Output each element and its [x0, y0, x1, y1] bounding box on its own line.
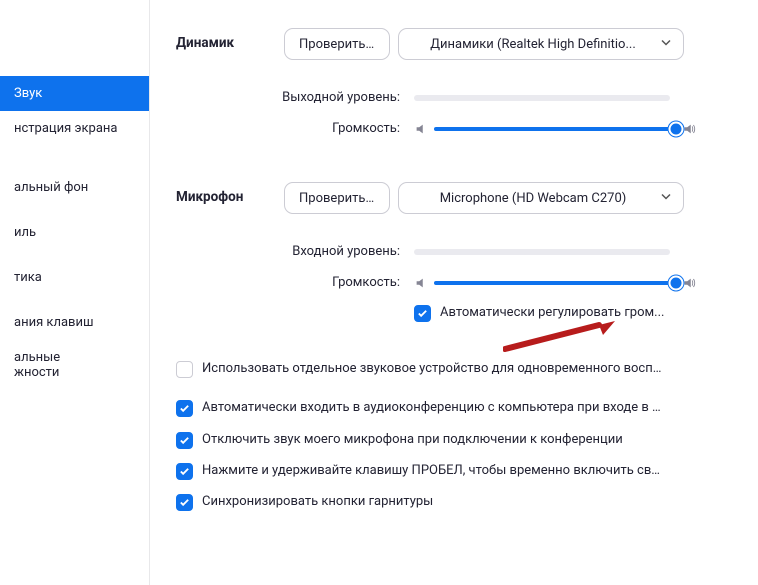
audio-settings-panel: Динамик Проверить ... Динамики (Realtek …	[150, 0, 758, 585]
mute-mic-on-join-label[interactable]: Отключить звук моего микрофона при подкл…	[202, 431, 623, 449]
sidebar-item-profile[interactable]: иль	[0, 215, 149, 250]
sync-headset-checkbox[interactable]	[176, 494, 193, 511]
mic-device-text: Microphone (HD Webcam C270)	[440, 191, 627, 206]
volume-low-icon	[414, 276, 428, 290]
settings-sidebar: Звук нстрация экрана альный фон иль тика…	[0, 0, 150, 585]
speaker-volume-slider[interactable]	[434, 127, 676, 131]
microphone-section-label: Микрофон	[176, 182, 284, 205]
auto-adjust-mic-checkbox[interactable]	[414, 305, 431, 322]
mic-device-select[interactable]: Microphone (HD Webcam C270)	[398, 182, 684, 214]
input-level-meter	[414, 249, 670, 255]
speaker-volume-label: Громкость:	[176, 121, 414, 136]
chevron-down-icon	[661, 191, 671, 206]
push-to-talk-label[interactable]: Нажмите и удерживайте клавишу ПРОБЕЛ, чт…	[202, 462, 662, 480]
push-to-talk-checkbox[interactable]	[176, 463, 193, 480]
mute-mic-on-join-checkbox[interactable]	[176, 432, 193, 449]
separate-device-checkbox[interactable]	[176, 361, 193, 378]
slider-thumb[interactable]	[669, 121, 684, 136]
sidebar-item-stats[interactable]: тика	[0, 260, 149, 295]
slider-thumb[interactable]	[669, 275, 684, 290]
volume-high-icon	[682, 276, 696, 290]
sidebar-item-background[interactable]: альный фон	[0, 170, 149, 205]
annotation-arrow	[503, 318, 623, 360]
speaker-device-text: Динамики (Realtek High Definitio...	[430, 37, 636, 52]
test-mic-button[interactable]: Проверить ...	[284, 182, 390, 214]
speaker-section-label: Динамик	[176, 28, 284, 51]
volume-high-icon	[682, 122, 696, 136]
sync-headset-label[interactable]: Синхронизировать кнопки гарнитуры	[202, 493, 433, 511]
separate-device-label[interactable]: Использовать отдельное звуковое устройст…	[202, 360, 662, 378]
chevron-down-icon	[661, 37, 671, 52]
input-level-label: Входной уровень:	[176, 244, 414, 259]
test-speaker-button[interactable]: Проверить ...	[284, 28, 390, 60]
auto-adjust-mic-label[interactable]: Автоматически регулировать гром...	[440, 304, 664, 322]
volume-low-icon	[414, 122, 428, 136]
auto-join-audio-label[interactable]: Автоматически входить в аудиоконференцию…	[202, 399, 662, 417]
output-level-meter	[414, 95, 670, 101]
sidebar-item-audio[interactable]: Звук	[0, 76, 149, 111]
mic-volume-label: Громкость:	[176, 275, 414, 290]
mic-volume-slider[interactable]	[434, 281, 676, 285]
sidebar-item-screenshare[interactable]: нстрация экрана	[0, 111, 149, 146]
sidebar-item-accessibility[interactable]: альные жности	[0, 340, 149, 390]
auto-join-audio-checkbox[interactable]	[176, 400, 193, 417]
sidebar-item-shortcuts[interactable]: ания клавиш	[0, 305, 149, 340]
speaker-device-select[interactable]: Динамики (Realtek High Definitio...	[398, 28, 684, 60]
output-level-label: Выходной уровень:	[176, 90, 414, 105]
